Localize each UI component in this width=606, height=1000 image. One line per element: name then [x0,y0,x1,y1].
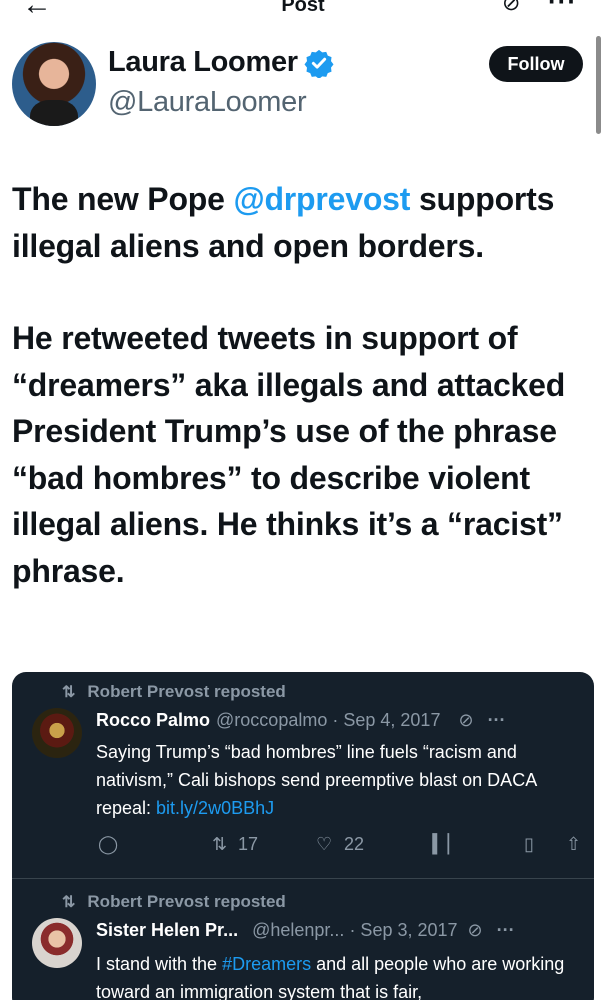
author-name[interactable]: Laura Loomer [108,46,298,79]
repost-header: ⇅ Robert Prevost reposted [62,682,286,701]
more-icon[interactable]: ··· [548,0,577,17]
like-icon: ♡ [316,834,333,854]
verified-badge-icon [304,49,334,78]
tweet-header: Sister Helen Pr... @helenpr... · Sep 3, … [96,920,515,941]
grok-icon[interactable]: ⊘ [502,0,520,16]
tweet-author-handle: @helenpr... [252,920,345,940]
repost-header: ⇅ Robert Prevost reposted [62,892,286,911]
tweet-author-name: Rocco Palmo [96,710,211,730]
follow-button[interactable]: Follow [489,46,583,82]
avatar[interactable] [12,42,96,126]
avatar [32,918,82,968]
post-paragraph-2: He retweeted tweets in support of “dream… [12,320,566,589]
more-icon: ··· [487,710,506,730]
scrollbar[interactable] [596,36,601,134]
tweet-date: · Sep 4, 2017 [332,710,441,730]
post-paragraph-1: The new Pope @drprevost supports illegal… [12,181,555,264]
post-author: Laura Loomer @LauraLoomer Follow [12,42,592,126]
mention-link[interactable]: @drprevost [233,181,410,217]
hashtag-link: #Dreamers [222,954,312,974]
author-handle[interactable]: @LauraLoomer [108,86,307,119]
tweet-author-handle: @roccopalmo [216,710,328,730]
tweet-header: Rocco Palmo @roccopalmo · Sep 4, 2017 ⊘ … [96,710,506,731]
reply-icon: ◯ [98,834,119,854]
tweet-text: I stand with the #Dreamers and all peopl… [96,954,565,1000]
bookmark-icon: ▯ [524,834,534,854]
repost-icon: ⇅ [62,894,76,911]
tweet-date: · Sep 3, 2017 [349,920,458,940]
views-icon: ▕▎▏ [420,834,462,854]
tweet-link: bit.ly/2w0BBhJ [156,798,275,818]
retweet-icon: ⇅ [212,834,228,854]
repost-icon: ⇅ [62,684,76,701]
tweet-text: Saying Trump’s “bad hombres” line fuels … [96,742,537,818]
more-icon: ··· [496,920,515,940]
tweet-author-name: Sister Helen Pr... [96,920,239,940]
post-text: The new Pope @drprevost supports illegal… [12,176,596,594]
tweet-actions: ◯ ⇅ 17 ♡ 22 ▕▎▏ ▯ ⇧ [96,834,581,862]
top-bar: ← Post ⊘ ··· [0,0,606,22]
avatar [32,708,82,758]
share-icon: ⇧ [566,834,582,854]
embedded-screenshot: ⇅ Robert Prevost reposted Rocco Palmo @r… [12,672,594,1000]
divider [12,878,594,879]
retweet-count: 17 [238,834,259,854]
grok-icon: ⊘ [458,710,474,730]
grok-icon: ⊘ [467,920,483,940]
like-count: 22 [344,834,365,854]
